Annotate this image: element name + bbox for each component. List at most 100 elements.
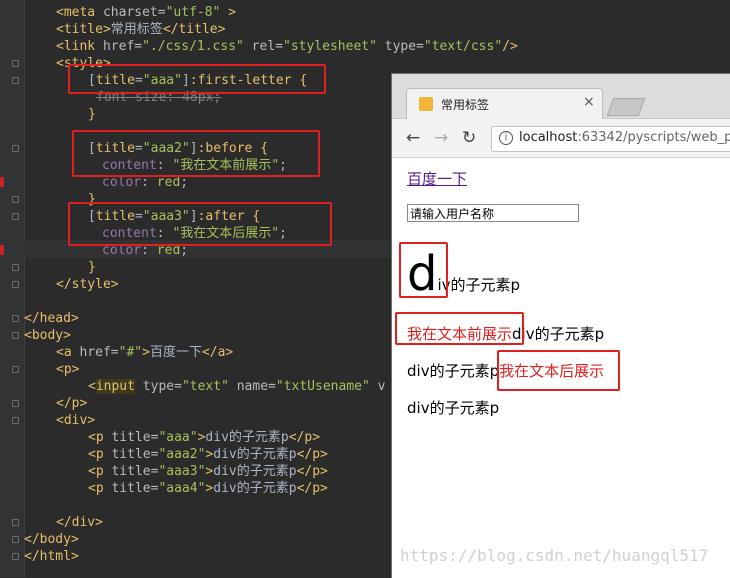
- browser-tab[interactable]: 常用标签 ×: [406, 88, 603, 119]
- code-token: div的子元素p: [213, 481, 297, 496]
- paragraph-aaa3-text: div的子元素p: [407, 362, 500, 380]
- code-line: <body>: [24, 327, 71, 344]
- code-token: type=: [376, 39, 424, 54]
- code-token: :before {: [197, 141, 269, 156]
- code-token: >: [220, 5, 237, 20]
- watermark: https://blog.csdn.net/huangql517: [400, 546, 709, 565]
- code-token: </p>: [296, 481, 328, 496]
- code-token: [: [88, 141, 96, 156]
- code-token: <link: [56, 39, 96, 54]
- url-text: localhost:63342/pyscripts/web_p: [519, 130, 730, 145]
- code-token: "#": [118, 345, 143, 360]
- code-token: ;: [279, 158, 287, 173]
- code-line: <title>常用标签</title>: [56, 21, 225, 38]
- site-info-icon[interactable]: i: [499, 131, 513, 145]
- paragraph-aaa2: 我在文本前展示div的子元素p: [407, 323, 604, 344]
- tab-title: 常用标签: [441, 98, 490, 112]
- code-token: <style>: [56, 56, 111, 71]
- code-token: <meta: [56, 5, 96, 20]
- url-host: localhost: [519, 130, 578, 145]
- code-line: <div>: [56, 412, 95, 429]
- page-favicon-icon: [419, 97, 433, 111]
- code-token: <p: [88, 447, 104, 462]
- address-bar[interactable]: i localhost:63342/pyscripts/web_p: [491, 126, 730, 152]
- code-token: <p: [88, 481, 104, 496]
- code-token: color: [102, 243, 142, 258]
- code-line: }: [88, 259, 96, 276]
- code-token: ]: [189, 141, 198, 156]
- code-token: </p>: [288, 430, 321, 445]
- code-token: div的子元素p: [205, 430, 289, 445]
- code-token: </div>: [56, 515, 103, 530]
- code-token: "utf-8": [165, 5, 221, 20]
- code-token: }: [88, 260, 96, 275]
- code-token: }: [88, 107, 96, 122]
- code-token: content: [102, 158, 157, 173]
- code-line: </style>: [56, 276, 119, 293]
- code-token: "aaa2": [142, 141, 190, 156]
- code-token: red: [156, 243, 181, 258]
- code-token: </body>: [24, 532, 79, 547]
- code-line: }: [88, 106, 96, 123]
- code-token: ;: [180, 243, 189, 258]
- navigation-bar: ← → ↻ i localhost:63342/pyscripts/web_p: [392, 119, 730, 158]
- code-line: <p>: [56, 361, 79, 378]
- code-editor[interactable]: <meta charset="utf-8" > <title>常用标签</titl…: [0, 0, 518, 577]
- code-line: <meta charset="utf-8" >: [56, 4, 236, 21]
- code-token: "aaa2": [158, 447, 206, 462]
- new-tab-button[interactable]: [606, 98, 646, 116]
- code-token: [: [88, 209, 96, 224]
- code-token: type=: [134, 379, 182, 394]
- code-token: "txtUsename": [275, 379, 370, 394]
- tab-bar: 常用标签 ×: [392, 74, 730, 119]
- reload-icon[interactable]: ↻: [462, 128, 476, 148]
- back-icon[interactable]: ←: [406, 128, 420, 148]
- paragraph-aaa-rest: iv的子元素p: [437, 276, 521, 294]
- close-tab-icon[interactable]: ×: [583, 94, 595, 110]
- paragraph-aaa: div的子元素p: [407, 250, 520, 298]
- code-line: <p title="aaa">div的子元素p</p>: [88, 429, 320, 446]
- baidu-link[interactable]: 百度一下: [407, 168, 467, 189]
- code-token: />: [502, 39, 518, 54]
- code-line: color: red;: [102, 174, 188, 191]
- code-token: 百度一下: [149, 345, 202, 360]
- code-line: <p title="aaa2">div的子元素p</p>: [88, 446, 328, 463]
- code-token: }: [88, 192, 96, 207]
- code-token: =: [134, 73, 143, 88]
- code-token: "aaa": [158, 430, 198, 445]
- code-token: >: [142, 345, 150, 360]
- code-token: <p: [88, 430, 104, 445]
- code-token: name=: [228, 379, 276, 394]
- code-token: "text/css": [423, 39, 503, 54]
- code-line: <p title="aaa3">div的子元素p</p>: [88, 463, 328, 480]
- code-token: "text": [181, 379, 229, 394]
- code-token: "./css/1.css": [142, 39, 244, 54]
- code-token: red: [156, 175, 181, 190]
- code-token: rel=: [243, 39, 283, 54]
- code-line: font-size: 48px;: [96, 89, 221, 106]
- forward-icon[interactable]: →: [434, 128, 448, 148]
- code-token: =: [134, 141, 143, 156]
- paragraph-aaa3: div的子元素p我在文本后展示: [407, 360, 604, 381]
- code-line: [title="aaa2"]:before {: [88, 140, 268, 157]
- code-token: content: [102, 226, 157, 241]
- code-token: title: [95, 73, 135, 88]
- code-token: :after {: [197, 209, 261, 224]
- code-token: :: [156, 226, 173, 241]
- code-line: content: "我在文本后展示";: [102, 225, 287, 242]
- page-content: 百度一下 请输入用户名称 div的子元素p 我在文本前展示div的子元素p di…: [392, 158, 730, 578]
- code-token: <: [88, 379, 96, 394]
- code-token: <title>: [56, 22, 111, 37]
- code-token: "我在文本前展示": [172, 158, 280, 173]
- code-token: "aaa3": [158, 464, 206, 479]
- first-letter: d: [407, 246, 438, 302]
- code-line: </div>: [56, 514, 103, 531]
- code-line: [title="aaa3"]:after {: [88, 208, 260, 225]
- code-token: <body>: [24, 328, 71, 343]
- code-line: </html>: [24, 548, 79, 565]
- code-token: ;: [180, 175, 189, 190]
- code-token: </title>: [162, 22, 226, 37]
- code-token: title: [95, 209, 135, 224]
- code-line: <input type="text" name="txtUsename" v: [88, 378, 385, 395]
- username-input[interactable]: 请输入用户名称: [407, 204, 579, 222]
